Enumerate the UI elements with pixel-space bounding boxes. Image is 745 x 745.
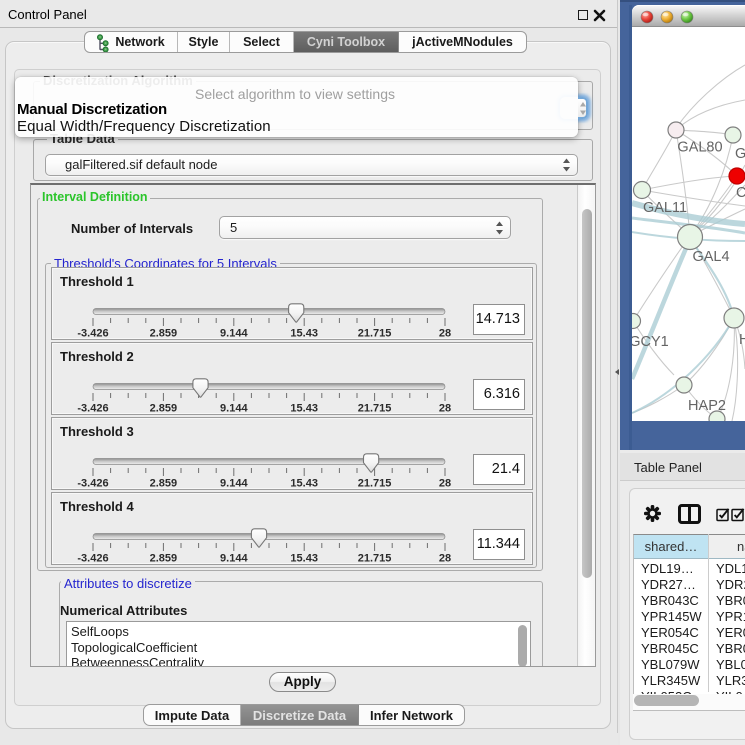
svg-text:GAL: GAL — [735, 146, 745, 162]
svg-text:2.859: 2.859 — [150, 478, 178, 490]
svg-text:-3.426: -3.426 — [77, 403, 108, 415]
svg-text:28: 28 — [439, 403, 451, 415]
svg-text:2.859: 2.859 — [150, 553, 178, 565]
svg-text:21.715: 21.715 — [358, 553, 392, 565]
svg-text:GAL11: GAL11 — [643, 200, 687, 216]
svg-text:15.43: 15.43 — [290, 553, 318, 565]
svg-text:28: 28 — [439, 328, 451, 340]
svg-text:9.144: 9.144 — [220, 328, 248, 340]
svg-text:GAL4: GAL4 — [692, 249, 729, 265]
svg-text:15.43: 15.43 — [290, 328, 318, 340]
svg-text:21.715: 21.715 — [358, 328, 392, 340]
svg-text:-3.426: -3.426 — [77, 478, 108, 490]
svg-text:9.144: 9.144 — [220, 478, 248, 490]
svg-text:CDC: CDC — [736, 185, 745, 201]
svg-text:15.43: 15.43 — [290, 478, 318, 490]
svg-text:28: 28 — [439, 478, 451, 490]
svg-text:-3.426: -3.426 — [77, 553, 108, 565]
svg-text:GCY1: GCY1 — [632, 334, 669, 350]
svg-text:HIS: HIS — [739, 332, 745, 348]
svg-text:15.43: 15.43 — [290, 403, 318, 415]
svg-text:2.859: 2.859 — [150, 403, 178, 415]
svg-text:HAP2: HAP2 — [688, 398, 726, 414]
svg-text:21.715: 21.715 — [358, 478, 392, 490]
svg-text:28: 28 — [439, 553, 451, 565]
svg-text:2.859: 2.859 — [150, 328, 178, 340]
svg-text:21.715: 21.715 — [358, 403, 392, 415]
svg-text:9.144: 9.144 — [220, 403, 248, 415]
svg-text:9.144: 9.144 — [220, 553, 248, 565]
svg-text:GAL80: GAL80 — [677, 140, 722, 156]
svg-text:-3.426: -3.426 — [77, 328, 108, 340]
